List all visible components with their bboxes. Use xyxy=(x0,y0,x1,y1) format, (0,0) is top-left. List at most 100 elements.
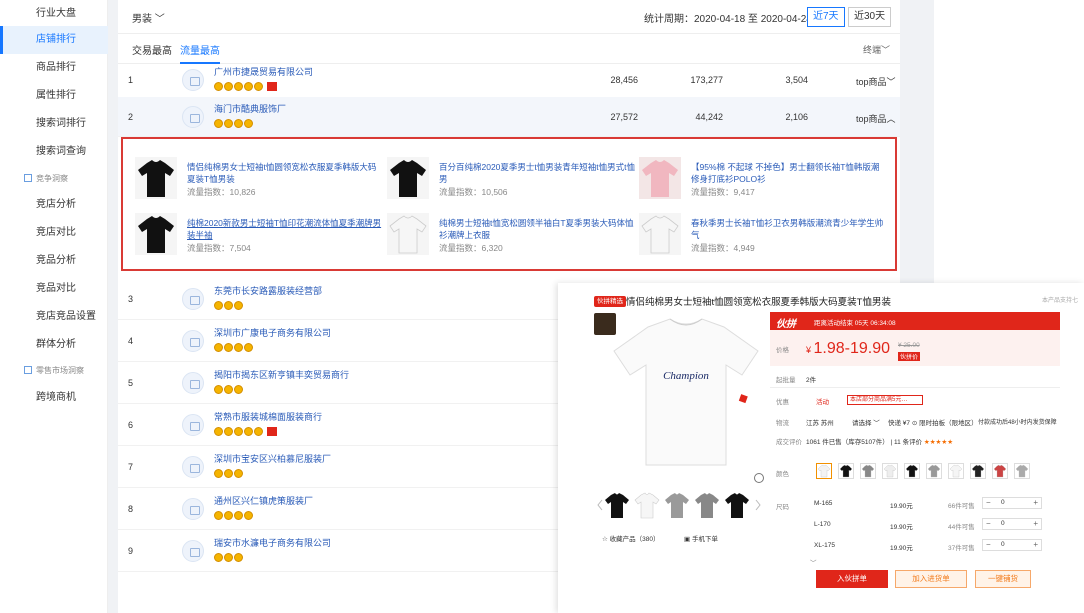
minus-icon[interactable]: − xyxy=(986,498,991,507)
product-thumbnail[interactable] xyxy=(135,213,177,255)
crown-icon xyxy=(244,343,253,352)
promo-type: 活动 xyxy=(816,399,829,406)
top-product-card[interactable]: 纯棉男士短袖t恤宽松圆领半袖白T夏季男装大码体恤衫潮牌上衣服 流量指数：6,320 xyxy=(387,213,637,263)
shop-name-link[interactable]: 广州市捷晟贸易有限公司 xyxy=(214,65,313,78)
one-click-list-button[interactable]: 一键铺货 xyxy=(975,570,1031,588)
shop-avatar xyxy=(182,106,204,128)
btn-7-days[interactable]: 近7天 xyxy=(807,7,845,27)
top-product-card[interactable]: 情侣纯棉男女士短袖t恤圆领宽松衣服夏季韩版大码夏装T恤男装 流量指数：10,826 xyxy=(135,157,385,207)
shop-row[interactable]: 1 广州市捷晟贸易有限公司 28,456 173,277 3,504 top商品﹀ xyxy=(118,62,900,98)
shop-name-link[interactable]: 深圳市广康电子商务有限公司 xyxy=(214,326,331,339)
color-swatch[interactable] xyxy=(970,463,986,479)
thumbnail-grey-2[interactable] xyxy=(694,491,720,519)
top-products-toggle[interactable]: top商品︿ xyxy=(856,112,896,125)
more-sizes-icon[interactable]: ﹀ xyxy=(810,557,817,567)
shop-name-link[interactable]: 东莞市长安路露服装经营部 xyxy=(214,284,322,297)
quantity-stepper[interactable]: − 0 + xyxy=(982,497,1042,509)
top-product-card[interactable]: 纯棉2020新款男士短袖T恤印花潮流体恤夏季潮牌男装半袖流量指数：7,504 xyxy=(135,213,385,263)
sidebar-item-competitor-shop[interactable]: 竞店分析 xyxy=(0,191,108,219)
top-products-toggle[interactable]: top商品﹀ xyxy=(856,75,896,88)
shop-name-link[interactable]: 瑞安市水濂电子商务有限公司 xyxy=(214,536,331,549)
favorite-button[interactable]: ☆ 收藏产品（380） xyxy=(602,533,659,543)
category-select[interactable]: 男装 ﹀ xyxy=(132,10,165,25)
plus-icon[interactable]: + xyxy=(1033,540,1038,549)
shop-row[interactable]: 2 海门市酷典服饰厂 27,572 44,242 2,106 top商品︿ xyxy=(118,97,900,137)
quantity-value[interactable]: 0 xyxy=(1001,499,1005,506)
color-swatch[interactable] xyxy=(926,463,942,479)
product-thumbnail[interactable] xyxy=(639,213,681,255)
thumb-prev-icon[interactable] xyxy=(596,491,604,519)
minus-icon[interactable]: − xyxy=(986,519,991,528)
product-title-link[interactable]: 百分百纯棉2020夏季男士t恤男装青年短袖t恤男式t恤男 xyxy=(439,161,635,185)
promo-countdown: 距离活动结束 05天 06:34:08 xyxy=(814,320,896,327)
swatch-shirt-icon xyxy=(927,464,941,478)
sidebar-item-competitor-product[interactable]: 竞品分析 xyxy=(0,247,108,275)
crown-icon xyxy=(224,82,233,91)
color-swatch[interactable] xyxy=(860,463,876,479)
thumbnail-black-2[interactable] xyxy=(724,491,750,519)
quantity-stepper[interactable]: − 0 + xyxy=(982,539,1042,551)
shop-avatar xyxy=(182,330,204,352)
tab-flow[interactable]: 流量最高 xyxy=(180,42,220,64)
product-title-link[interactable]: 春秋季男士长袖T恤衫卫衣男韩版潮流青少年学生帅气 xyxy=(691,217,887,241)
color-swatch[interactable] xyxy=(992,463,1008,479)
mobile-order-button[interactable]: ▣ 手机下单 xyxy=(684,533,718,543)
minus-icon[interactable]: − xyxy=(986,540,991,549)
thumbnail-white[interactable] xyxy=(634,491,660,519)
product-title-link[interactable]: 纯棉2020新款男士短袖T恤印花潮流体恤夏季潮牌男装半袖 xyxy=(187,217,383,241)
terminal-select[interactable]: 终端﹀ xyxy=(863,43,890,56)
tab-trade[interactable]: 交易最高 xyxy=(132,42,172,57)
shop-name-link[interactable]: 通州区兴仁镇虎策服装厂 xyxy=(214,494,313,507)
join-group-buy-button[interactable]: 入伙拼单 xyxy=(816,570,888,588)
promo-select[interactable]: 本店部分商品满5元… xyxy=(847,395,923,405)
product-title-link[interactable]: 【95%棉 不起球 不掉色】男士翻领长袖T恤韩版潮修身打底衫POLO衫 xyxy=(691,161,887,185)
product-thumbnail[interactable] xyxy=(135,157,177,199)
quantity-value[interactable]: 0 xyxy=(1001,541,1005,548)
product-thumbnail[interactable] xyxy=(387,213,429,255)
add-to-cart-button[interactable]: 加入进货单 xyxy=(895,570,967,588)
sidebar-item-search-rank[interactable]: 搜索词排行 xyxy=(0,110,108,138)
main-product-image[interactable]: Champion xyxy=(608,317,764,467)
ship-time: 付款成功后48小时内发货保障 xyxy=(978,420,1057,426)
price-label: 价格 xyxy=(776,347,789,354)
shop-name-link[interactable]: 常熟市服装城棉面服装商行 xyxy=(214,410,322,423)
sidebar-item-shop-compare[interactable]: 竞店对比 xyxy=(0,219,108,247)
sidebar-item-product-rank[interactable]: 商品排行 xyxy=(0,54,108,82)
shop-name-link[interactable]: 深圳市宝安区兴柏慕尼服装厂 xyxy=(214,452,331,465)
plus-icon[interactable]: + xyxy=(1033,498,1038,507)
product-thumbnail[interactable] xyxy=(639,157,681,199)
shop-name-link[interactable]: 海门市酷典服饰厂 xyxy=(214,102,286,115)
thumb-next-icon[interactable] xyxy=(754,491,762,519)
top-product-card[interactable]: 百分百纯棉2020夏季男士t恤男装青年短袖t恤男式t恤男 流量指数：10,506 xyxy=(387,157,637,207)
top-product-card[interactable]: 【95%棉 不起球 不掉色】男士翻领长袖T恤韩版潮修身打底衫POLO衫 流量指数：… xyxy=(639,157,889,207)
product-flow-index: 流量指数：7,504 xyxy=(187,243,251,253)
shop-name-link[interactable]: 揭阳市揭东区新亨镇丰奕贸易商行 xyxy=(214,368,349,381)
product-title-link[interactable]: 情侣纯棉男女士短袖t恤圆领宽松衣服夏季韩版大码夏装T恤男装 xyxy=(187,161,383,185)
quantity-stepper[interactable]: − 0 + xyxy=(982,518,1042,530)
color-swatch[interactable] xyxy=(882,463,898,479)
color-swatch[interactable] xyxy=(816,463,832,479)
ship-to-select[interactable]: 请选择 ﹀ xyxy=(852,417,880,427)
sidebar-item-industry[interactable]: 行业大盘 xyxy=(0,0,108,28)
sidebar-item-shop-rank[interactable]: 店铺排行 xyxy=(0,26,108,54)
color-swatch[interactable] xyxy=(1014,463,1030,479)
color-swatch[interactable] xyxy=(838,463,854,479)
btn-30-days[interactable]: 近30天 xyxy=(848,7,892,27)
product-thumbnail[interactable] xyxy=(387,157,429,199)
sidebar-item-group-analysis[interactable]: 群体分析 xyxy=(0,331,108,359)
sidebar-item-attribute-rank[interactable]: 属性排行 xyxy=(0,82,108,110)
sidebar-item-search-query[interactable]: 搜索词查询 xyxy=(0,138,108,166)
zoom-icon[interactable] xyxy=(754,473,764,483)
top-product-card[interactable]: 春秋季男士长袖T恤衫卫衣男韩版潮流青少年学生帅气 流量指数：4,949 xyxy=(639,213,889,263)
rank-number: 6 xyxy=(128,420,134,430)
thumbnail-black[interactable] xyxy=(604,491,630,519)
color-swatch[interactable] xyxy=(948,463,964,479)
sidebar-item-cross-border[interactable]: 跨境商机 xyxy=(0,384,108,412)
sidebar-item-product-compare[interactable]: 竞品对比 xyxy=(0,275,108,303)
product-title-link[interactable]: 纯棉男士短袖t恤宽松圆领半袖白T夏季男装大码体恤衫潮牌上衣服 xyxy=(439,217,635,241)
color-swatch[interactable] xyxy=(904,463,920,479)
plus-icon[interactable]: + xyxy=(1033,519,1038,528)
quantity-value[interactable]: 0 xyxy=(1001,520,1005,527)
thumbnail-grey[interactable] xyxy=(664,491,690,519)
sidebar-item-competitor-settings[interactable]: 竞店竞品设置 xyxy=(0,303,108,331)
